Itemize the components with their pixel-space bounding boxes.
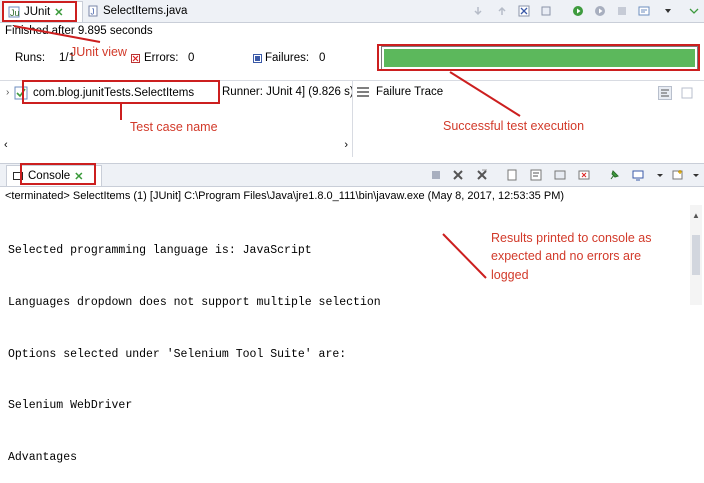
annotation-arrow bbox=[449, 71, 521, 117]
scroll-lock-icon[interactable] bbox=[506, 169, 518, 181]
svg-text:J: J bbox=[91, 8, 95, 17]
show-failures-only-icon[interactable] bbox=[518, 5, 530, 17]
show-console-icon[interactable] bbox=[554, 169, 566, 181]
annotation-box-junit-tab bbox=[2, 1, 77, 22]
annotation-box-console-tab bbox=[20, 163, 96, 185]
vertical-scrollbar[interactable]: ▲ bbox=[690, 205, 702, 305]
annotation-junit-view: JUnit view bbox=[70, 45, 127, 59]
display-console-icon[interactable] bbox=[632, 169, 644, 181]
rerun-icon[interactable] bbox=[572, 5, 584, 17]
errors-value: 0 bbox=[188, 52, 195, 64]
error-icon bbox=[131, 54, 140, 63]
remove-all-icon[interactable] bbox=[476, 169, 488, 181]
new-console-icon[interactable] bbox=[672, 169, 684, 181]
dropdown-icon[interactable] bbox=[654, 169, 666, 181]
annotation-box-progress bbox=[377, 44, 700, 71]
maximize-icon[interactable] bbox=[690, 169, 702, 181]
junit-tab-bar: Ju JUnit ✕ J SelectItems.java bbox=[0, 0, 704, 23]
show-errors-icon[interactable] bbox=[578, 169, 590, 181]
finished-status: Finished after 9.895 seconds bbox=[5, 25, 153, 37]
compare-icon[interactable] bbox=[680, 86, 694, 100]
console-line: Advantages bbox=[8, 450, 78, 464]
annotation-arrow bbox=[442, 233, 487, 279]
scroll-right-icon[interactable]: › bbox=[344, 139, 348, 151]
tab-select-items[interactable]: J SelectItems.java bbox=[82, 1, 192, 21]
pin-icon[interactable] bbox=[608, 169, 620, 181]
console-line: Selected programming language is: JavaSc… bbox=[8, 244, 312, 258]
runs-label: Runs: bbox=[15, 52, 46, 64]
scroll-up-icon[interactable]: ▲ bbox=[692, 211, 700, 220]
console-line: Options selected under 'Selenium Tool Su… bbox=[8, 347, 347, 361]
annotation-results-line1: Results printed to console as bbox=[491, 231, 652, 245]
history-icon[interactable] bbox=[638, 5, 650, 17]
expand-chevron-icon[interactable]: › bbox=[6, 87, 9, 98]
rerun-failed-icon[interactable] bbox=[594, 5, 606, 17]
previous-failure-icon[interactable] bbox=[496, 5, 508, 17]
annotation-test-case-name: Test case name bbox=[130, 120, 218, 134]
failure-trace-header: Failure Trace bbox=[356, 86, 443, 98]
java-file-icon: J bbox=[88, 5, 98, 17]
scroll-thumb[interactable] bbox=[692, 235, 700, 275]
terminate-icon[interactable] bbox=[430, 169, 442, 181]
minimize-icon[interactable] bbox=[688, 5, 700, 17]
errors-label: Errors: bbox=[144, 52, 179, 64]
failure-trace-icon bbox=[357, 87, 369, 97]
annotation-results-line2: expected and no errors are bbox=[491, 249, 642, 263]
stop-icon[interactable] bbox=[616, 5, 628, 17]
tab-select-items-label: SelectItems.java bbox=[103, 5, 188, 17]
failure-trace-label: Failure Trace bbox=[376, 86, 444, 98]
failure-icon bbox=[253, 54, 262, 63]
scroll-left-icon[interactable]: ‹ bbox=[4, 139, 8, 151]
filter-stack-icon[interactable] bbox=[658, 86, 672, 100]
word-wrap-icon[interactable] bbox=[530, 169, 542, 181]
annotation-successful: Successful test execution bbox=[443, 119, 585, 133]
scroll-lock-icon[interactable] bbox=[540, 5, 552, 17]
annotation-box-test-case bbox=[22, 80, 220, 104]
remove-icon[interactable] bbox=[452, 169, 464, 181]
failures-value: 0 bbox=[319, 52, 326, 64]
pane-splitter[interactable] bbox=[352, 81, 353, 157]
runner-info: Runner: JUnit 4] (9.826 s) bbox=[222, 86, 354, 98]
terminated-status: <terminated> SelectItems (1) [JUnit] C:\… bbox=[5, 190, 565, 202]
annotation-results-line3: logged bbox=[491, 268, 529, 282]
console-tab-bar: Console ✕ bbox=[0, 163, 704, 187]
failures-label: Failures: bbox=[265, 52, 310, 64]
next-failure-icon[interactable] bbox=[472, 5, 484, 17]
horizontal-scrollbar[interactable]: ‹ › bbox=[4, 139, 350, 153]
view-menu-icon[interactable] bbox=[662, 5, 674, 17]
console-line: Selenium WebDriver bbox=[8, 399, 133, 413]
console-output[interactable]: Selected programming language is: JavaSc… bbox=[8, 208, 381, 483]
